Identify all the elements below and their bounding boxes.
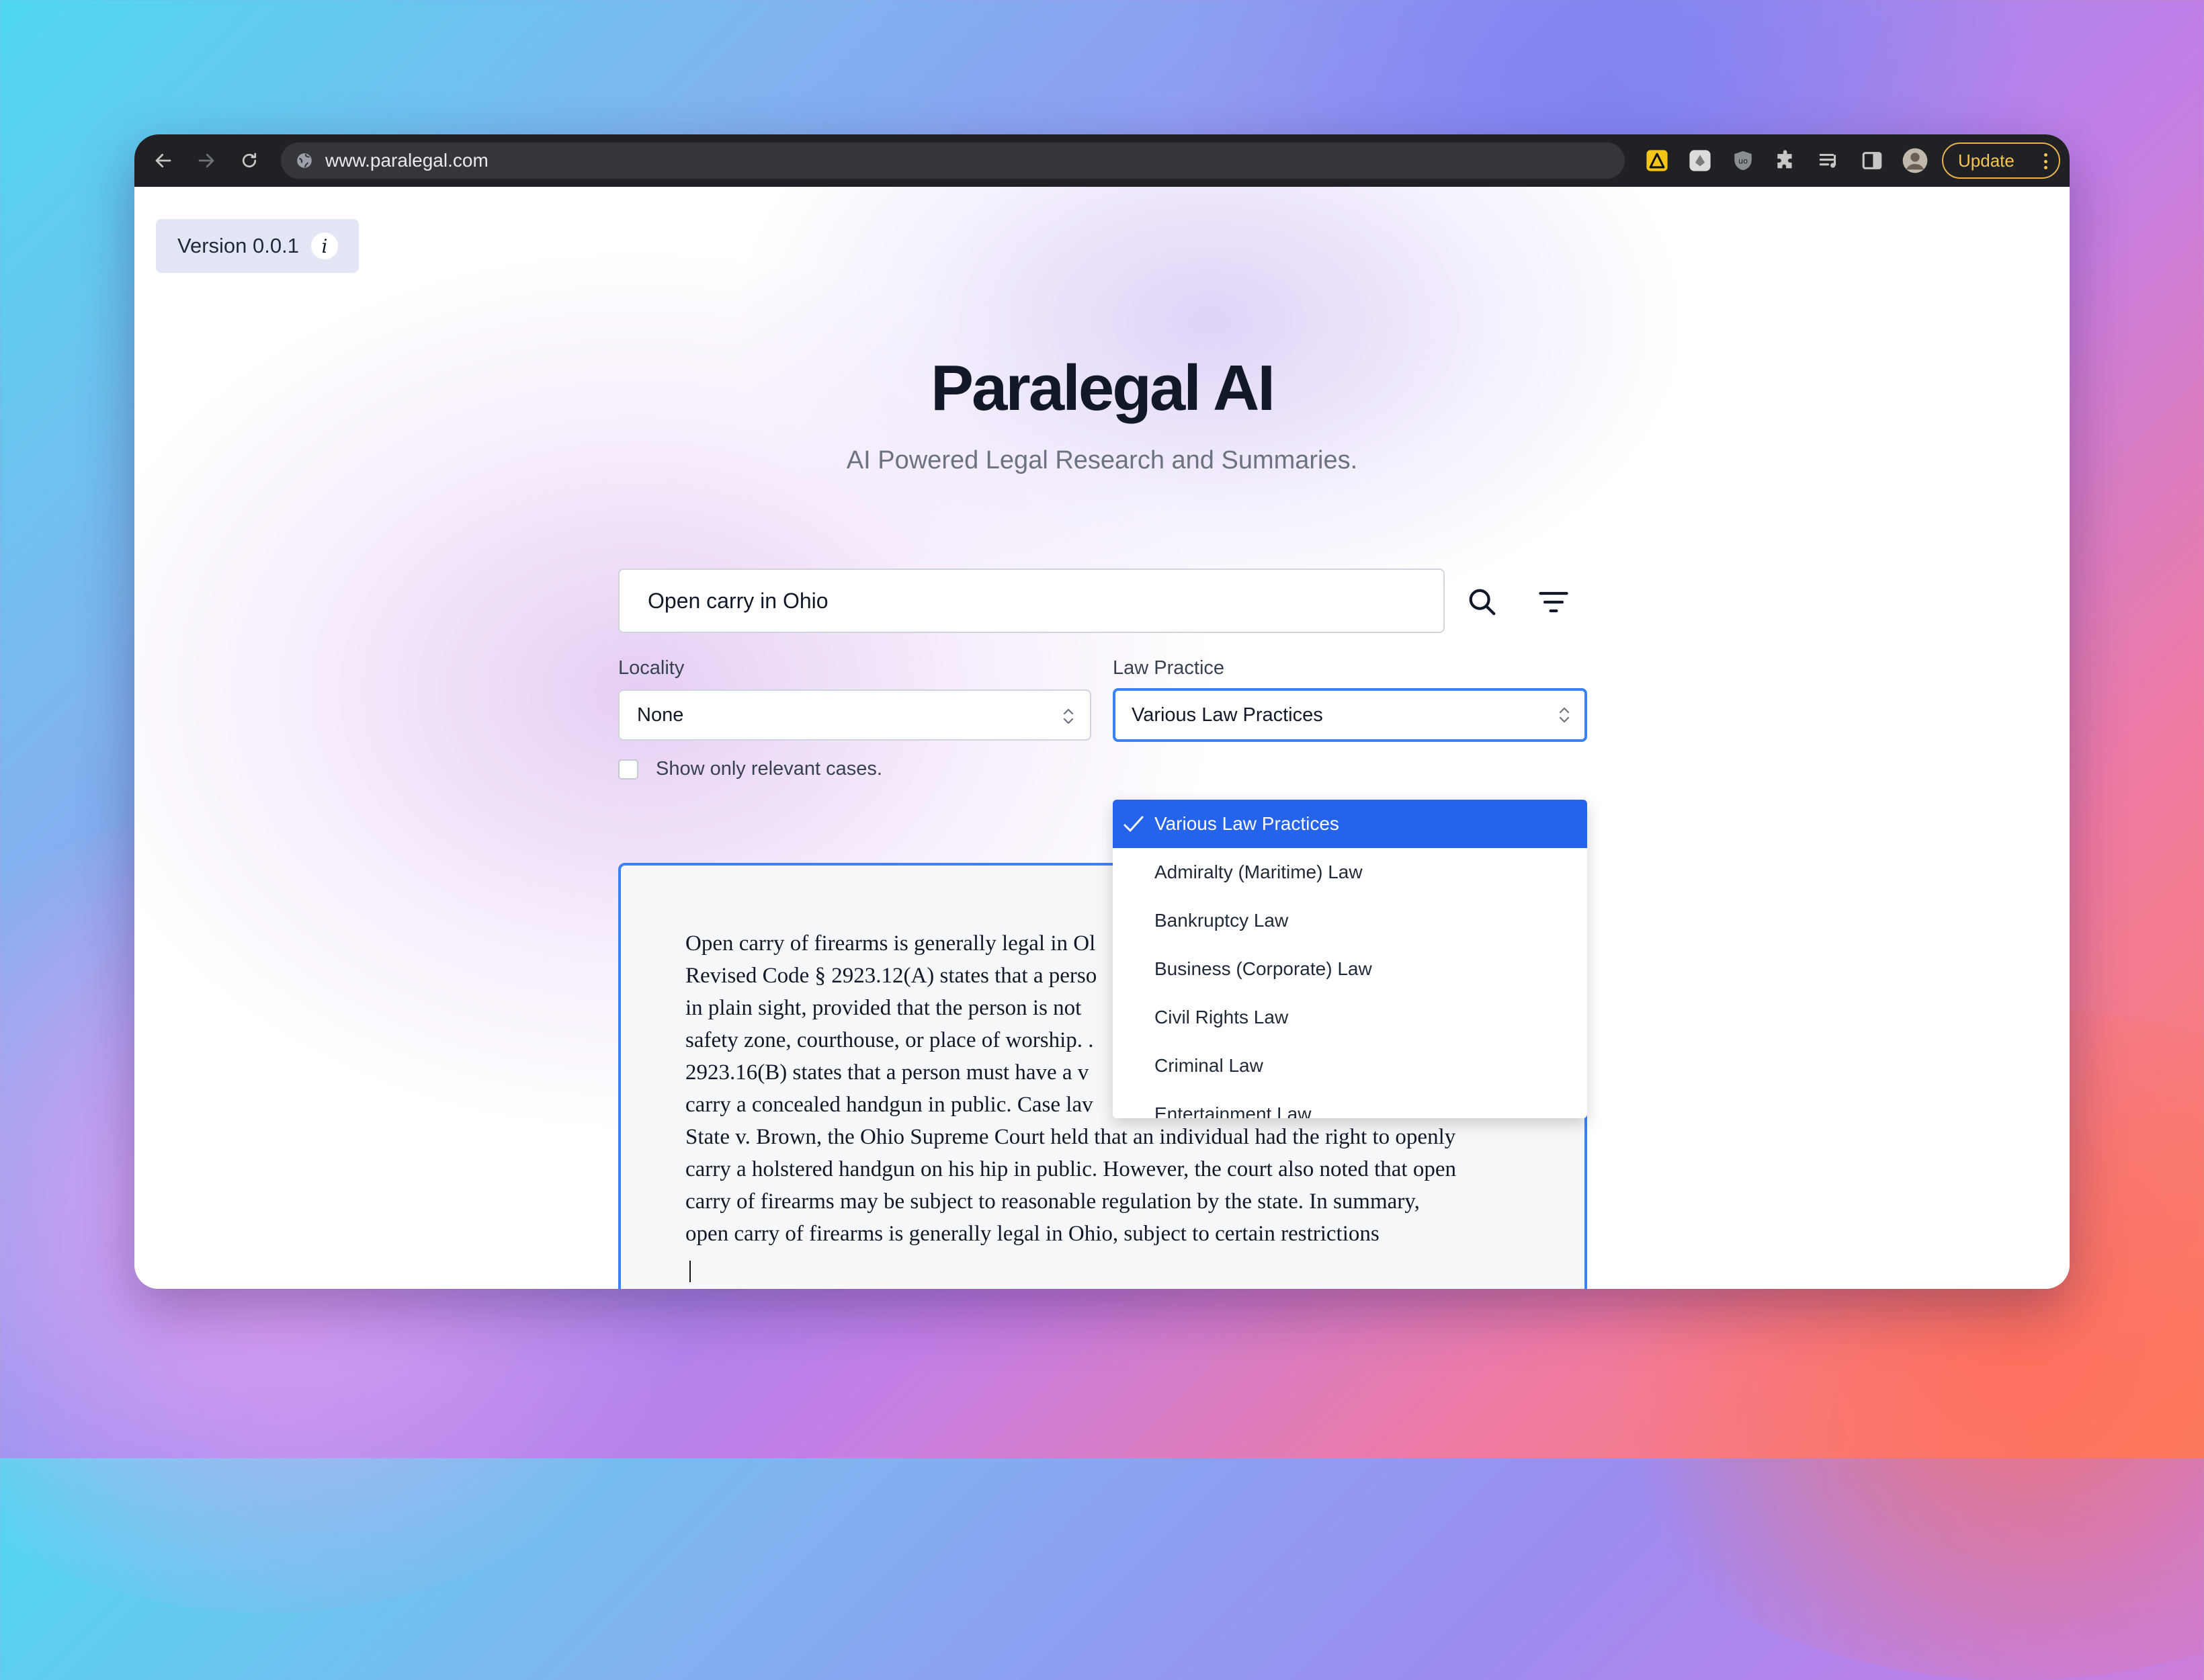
site-info-icon[interactable] <box>294 151 314 171</box>
dropdown-option-label: Criminal Law <box>1154 1055 1263 1076</box>
locality-value: None <box>637 704 684 726</box>
dropdown-option-label: Bankruptcy Law <box>1154 910 1289 931</box>
extensions-puzzle-icon[interactable] <box>1773 147 1799 174</box>
law-practice-label: Law Practice <box>1113 657 1225 679</box>
dropdown-option-business[interactable]: Business (Corporate) Law <box>1113 945 1587 993</box>
result-line: State v. Brown, the Ohio Supreme Court h… <box>685 1125 1456 1149</box>
media-queue-icon[interactable] <box>1816 147 1842 174</box>
profile-avatar-icon[interactable] <box>1902 147 1929 174</box>
page-content: Version 0.0.1 i Paralegal AI AI Powered … <box>134 187 2070 1289</box>
law-practice-dropdown: Various Law Practices Admiralty (Maritim… <box>1113 800 1587 1118</box>
checkmark-icon <box>1124 816 1144 832</box>
side-panel-icon[interactable] <box>1859 147 1885 174</box>
url-text: www.paralegal.com <box>325 150 489 171</box>
dropdown-option-label: Entertainment Law <box>1154 1103 1312 1118</box>
text-caret <box>689 1261 691 1282</box>
law-practice-value: Various Law Practices <box>1132 704 1323 726</box>
update-button[interactable]: Update <box>1942 142 2060 179</box>
dropdown-option-admiralty[interactable]: Admiralty (Maritime) Law <box>1113 848 1587 896</box>
extension-app-icon[interactable] <box>1687 147 1713 174</box>
browser-toolbar: www.paralegal.com uo Update <box>134 134 2070 187</box>
more-options-icon[interactable] <box>2044 153 2048 169</box>
dropdown-option-label: Business (Corporate) Law <box>1154 958 1372 979</box>
relevant-cases-label: Show only relevant cases. <box>656 758 882 780</box>
dropdown-option-entertainment[interactable]: Entertainment Law <box>1113 1090 1587 1118</box>
select-chevron-icon <box>1559 707 1570 723</box>
locality-label: Locality <box>618 657 685 679</box>
info-icon[interactable]: i <box>310 233 338 259</box>
address-bar[interactable]: www.paralegal.com <box>281 142 1625 179</box>
dropdown-option-civil-rights[interactable]: Civil Rights Law <box>1113 993 1587 1042</box>
browser-window: www.paralegal.com uo Update Version 0.0.… <box>134 134 2070 1289</box>
relevant-cases-option[interactable]: Show only relevant cases. <box>618 758 882 780</box>
result-line: carry of firearms may be subject to reas… <box>685 1189 1420 1214</box>
select-chevron-icon <box>1063 708 1074 724</box>
extension-warning-icon[interactable] <box>1644 147 1670 174</box>
locality-select[interactable]: None <box>618 689 1091 741</box>
update-label: Update <box>1958 150 2015 171</box>
dropdown-option-label: Civil Rights Law <box>1154 1007 1289 1027</box>
law-practice-select[interactable]: Various Law Practices <box>1113 688 1587 742</box>
page-title: Paralegal AI <box>930 352 1275 424</box>
version-badge: Version 0.0.1 i <box>156 219 359 273</box>
page-subtitle: AI Powered Legal Research and Summaries. <box>846 446 1358 474</box>
shield-extension-icon[interactable]: uo <box>1730 147 1756 174</box>
search-icon[interactable] <box>1464 583 1501 621</box>
reload-icon[interactable] <box>232 144 266 177</box>
result-line: carry a holstered handgun on his hip in … <box>685 1157 1456 1181</box>
dropdown-option-bankruptcy[interactable]: Bankruptcy Law <box>1113 896 1587 945</box>
svg-text:uo: uo <box>1738 156 1748 165</box>
search-input[interactable] <box>646 587 1422 614</box>
search-box[interactable] <box>618 569 1445 633</box>
version-label: Version 0.0.1 <box>177 234 299 257</box>
relevant-cases-checkbox[interactable] <box>618 759 638 780</box>
dropdown-option-label: Admiralty (Maritime) Law <box>1154 862 1363 882</box>
dropdown-option-criminal[interactable]: Criminal Law <box>1113 1042 1587 1090</box>
dropdown-option-various[interactable]: Various Law Practices <box>1113 800 1587 848</box>
forward-icon[interactable] <box>189 144 223 177</box>
result-line: open carry of firearms is generally lega… <box>685 1222 1380 1246</box>
dropdown-option-label: Various Law Practices <box>1154 813 1339 834</box>
filter-icon[interactable] <box>1535 583 1572 621</box>
back-icon[interactable] <box>146 144 180 177</box>
